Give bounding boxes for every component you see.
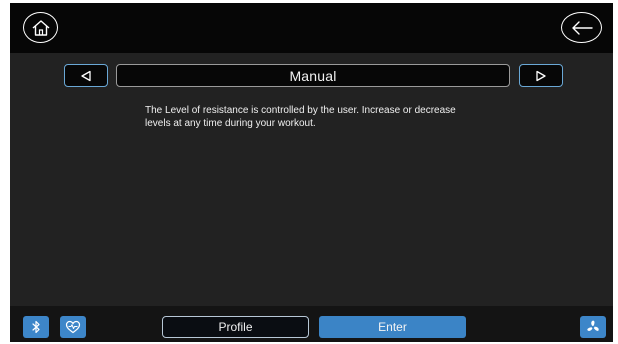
back-arrow-icon bbox=[571, 20, 593, 35]
triangle-right-icon bbox=[536, 70, 546, 81]
fan-icon bbox=[587, 320, 599, 331]
console-screen: Manual The Level of resistance is contro… bbox=[10, 3, 613, 342]
home-button[interactable] bbox=[23, 12, 58, 43]
description-line-1: The Level of resistance is controlled by… bbox=[145, 105, 456, 116]
enter-button[interactable]: Enter bbox=[319, 316, 466, 338]
heart-rate-icon bbox=[65, 320, 81, 334]
program-name: Manual bbox=[116, 64, 510, 87]
description-line-2: levels at any time during your workout. bbox=[145, 118, 316, 129]
triangle-left-icon bbox=[81, 70, 91, 81]
profile-button[interactable]: Profile bbox=[162, 316, 309, 338]
bluetooth-button[interactable] bbox=[23, 316, 49, 338]
back-button[interactable] bbox=[561, 12, 602, 43]
top-bar bbox=[10, 3, 613, 53]
program-selector: Manual bbox=[10, 64, 613, 88]
heart-rate-button[interactable] bbox=[60, 316, 86, 338]
program-description: The Level of resistance is controlled by… bbox=[145, 104, 505, 130]
bluetooth-icon bbox=[32, 320, 40, 334]
fan-button[interactable] bbox=[580, 316, 606, 338]
home-icon bbox=[32, 19, 49, 36]
bottom-bar: Profile Enter bbox=[10, 306, 613, 342]
previous-program-button[interactable] bbox=[64, 64, 108, 87]
next-program-button[interactable] bbox=[519, 64, 563, 87]
